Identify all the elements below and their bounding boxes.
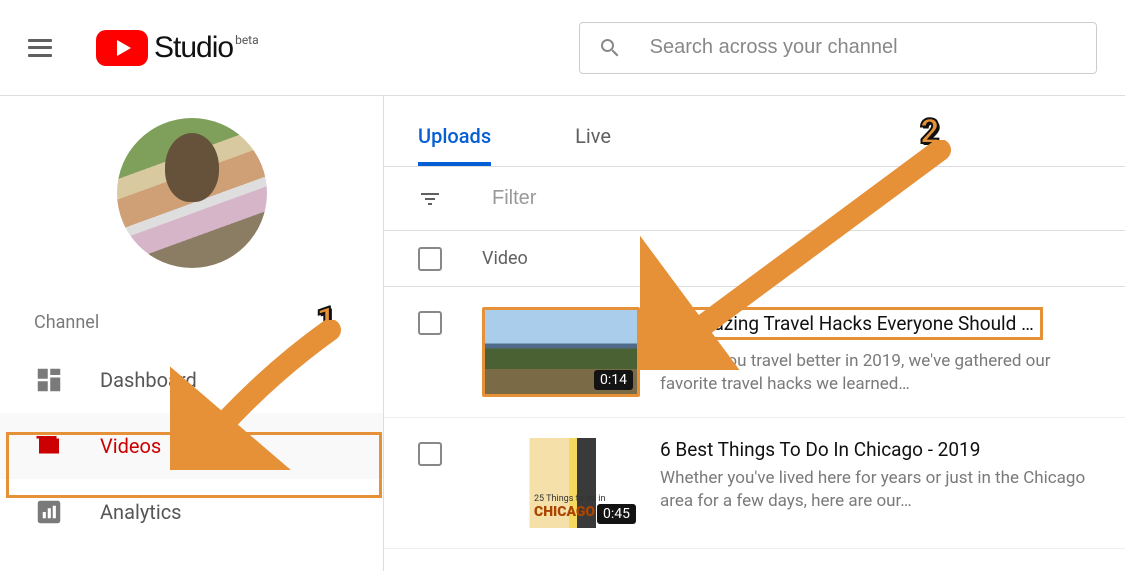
youtube-play-icon (96, 30, 148, 66)
sidebar-item-label: Dashboard (100, 368, 197, 392)
row-checkbox[interactable] (418, 442, 442, 466)
sidebar-item-label: Analytics (100, 500, 182, 524)
header: Studio beta (0, 0, 1125, 96)
sidebar-item-label: Videos (100, 434, 161, 458)
video-thumbnail[interactable]: 0:45 (482, 438, 640, 528)
annotation-number-2: 2 (920, 112, 940, 152)
avatar[interactable] (117, 118, 267, 268)
search-icon (598, 36, 622, 60)
search-input[interactable] (650, 36, 1078, 59)
row-checkbox[interactable] (418, 311, 442, 335)
menu-icon[interactable] (28, 39, 52, 57)
filter-input[interactable] (492, 187, 757, 210)
brand-suffix: beta (235, 33, 259, 47)
search-box[interactable] (579, 22, 1097, 74)
videos-icon (34, 431, 64, 461)
sidebar-item-analytics[interactable]: Analytics (0, 479, 383, 545)
brand-name: Studio (154, 31, 233, 65)
annotation-number-1: 1 (316, 300, 336, 340)
filter-icon[interactable] (418, 187, 442, 211)
sidebar-item-dashboard[interactable]: Dashboard (0, 347, 383, 413)
tab-live[interactable]: Live (575, 124, 611, 166)
dashboard-icon (34, 365, 64, 395)
video-row: 0:45 6 Best Things To Do In Chicago - 20… (384, 418, 1125, 549)
filter-row (384, 167, 1125, 231)
select-all-checkbox[interactable] (418, 247, 442, 271)
video-row: 0:14 4 Amazing Travel Hacks Everyone Sho… (384, 287, 1125, 418)
main: Uploads Live Video 0:14 4 Amazing Travel… (384, 96, 1125, 571)
video-thumbnail[interactable]: 0:14 (482, 307, 640, 397)
tabs: Uploads Live (418, 124, 1125, 166)
video-duration: 0:14 (594, 370, 633, 390)
video-description: Whether you've lived here for years or j… (660, 467, 1107, 513)
video-duration: 0:45 (597, 504, 636, 524)
video-title[interactable]: 4 Amazing Travel Hacks Everyone Should … (660, 307, 1043, 340)
tab-uploads[interactable]: Uploads (418, 124, 491, 166)
column-header: Video (384, 231, 1125, 287)
sidebar-item-videos[interactable]: Videos (0, 413, 383, 479)
video-title[interactable]: 6 Best Things To Do In Chicago - 2019 (660, 438, 1107, 461)
column-video-label: Video (482, 248, 528, 269)
video-description: To help you travel better in 2019, we've… (660, 350, 1107, 396)
logo[interactable]: Studio beta (96, 30, 259, 66)
analytics-icon (34, 497, 64, 527)
